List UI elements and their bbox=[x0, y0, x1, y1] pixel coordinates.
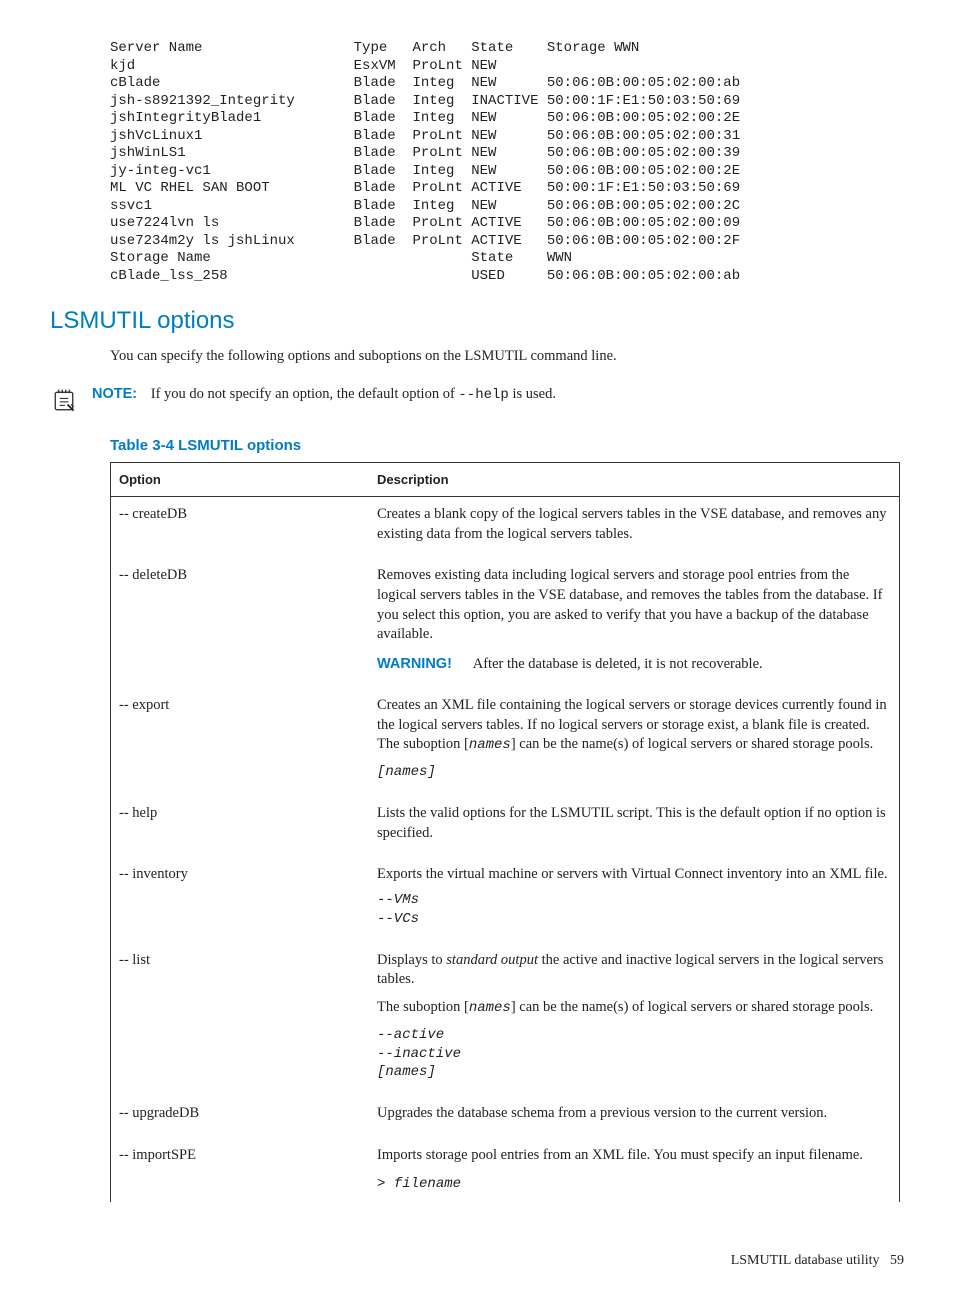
option-desc2-pre: The suboption [ bbox=[377, 999, 469, 1015]
table-caption: Table 3-4 LSMUTIL options bbox=[110, 436, 904, 456]
option-desc-em: standard output bbox=[446, 952, 538, 968]
warning-text: After the database is deleted, it is not… bbox=[473, 656, 763, 672]
option-sub: [names] bbox=[377, 1063, 889, 1082]
option-sub: --active bbox=[377, 1026, 889, 1045]
option-name: -- importSPE bbox=[111, 1132, 370, 1202]
table-row: -- upgradeDB Upgrades the database schem… bbox=[111, 1090, 900, 1132]
option-desc-text: Imports storage pool entries from an XML… bbox=[377, 1147, 863, 1163]
option-name: -- deleteDB bbox=[111, 552, 370, 682]
note-text: NOTE: If you do not specify an option, t… bbox=[92, 385, 904, 405]
terminal-output: Server Name Type Arch State Storage WWN … bbox=[110, 40, 904, 285]
th-description: Description bbox=[369, 462, 900, 497]
note-pre: If you do not specify an option, the def… bbox=[151, 386, 459, 402]
table-header-row: Option Description bbox=[111, 462, 900, 497]
option-desc: Displays to standard output the active a… bbox=[369, 937, 900, 1091]
option-sub-arg: filename bbox=[394, 1176, 461, 1192]
option-desc-text: Exports the virtual machine or servers w… bbox=[377, 866, 888, 882]
th-option: Option bbox=[111, 462, 370, 497]
note-block: NOTE: If you do not specify an option, t… bbox=[50, 385, 904, 422]
table-row: -- importSPE Imports storage pool entrie… bbox=[111, 1132, 900, 1202]
note-code: --help bbox=[458, 387, 508, 403]
option-name: -- inventory bbox=[111, 851, 370, 936]
option-sub: [names] bbox=[377, 763, 889, 782]
option-desc-a: Creates an XML file containing the logic… bbox=[377, 697, 887, 733]
option-desc-b-pre: The suboption [ bbox=[377, 736, 469, 752]
page-number: 59 bbox=[890, 1253, 904, 1268]
option-desc-b-post: ] can be the name(s) of logical servers … bbox=[511, 736, 873, 752]
option-name: -- help bbox=[111, 790, 370, 851]
warning-label: WARNING! bbox=[377, 656, 452, 672]
table-row: -- createDB Creates a blank copy of the … bbox=[111, 497, 900, 553]
options-table: Option Description -- createDB Creates a… bbox=[110, 462, 900, 1203]
table-row: -- inventory Exports the virtual machine… bbox=[111, 851, 900, 936]
option-desc: Upgrades the database schema from a prev… bbox=[369, 1090, 900, 1132]
option-sub: --inactive bbox=[377, 1045, 889, 1064]
section-heading: LSMUTIL options bbox=[50, 305, 904, 337]
option-name: -- list bbox=[111, 937, 370, 1091]
section-intro: You can specify the following options an… bbox=[110, 347, 904, 367]
option-name: -- export bbox=[111, 682, 370, 790]
table-row: -- export Creates an XML file containing… bbox=[111, 682, 900, 790]
table-row: -- help Lists the valid options for the … bbox=[111, 790, 900, 851]
option-name: -- upgradeDB bbox=[111, 1090, 370, 1132]
option-desc2-post: ] can be the name(s) of logical servers … bbox=[511, 999, 873, 1015]
page-footer: LSMUTIL database utility 59 bbox=[50, 1252, 904, 1271]
option-desc: Creates an XML file containing the logic… bbox=[369, 682, 900, 790]
option-desc: Removes existing data including logical … bbox=[369, 552, 900, 682]
option-sub: --VCs bbox=[377, 910, 889, 929]
option-name: -- createDB bbox=[111, 497, 370, 553]
option-desc-pre: Displays to bbox=[377, 952, 446, 968]
footer-text: LSMUTIL database utility bbox=[731, 1253, 880, 1268]
option-desc2-code: names bbox=[469, 1000, 511, 1016]
note-post: is used. bbox=[509, 386, 556, 402]
table-row: -- list Displays to standard output the … bbox=[111, 937, 900, 1091]
option-desc-b-code: names bbox=[469, 737, 511, 753]
option-desc: Lists the valid options for the LSMUTIL … bbox=[369, 790, 900, 851]
note-label: NOTE: bbox=[92, 386, 137, 402]
option-sub: > filename bbox=[377, 1175, 889, 1194]
option-desc: Exports the virtual machine or servers w… bbox=[369, 851, 900, 936]
option-desc: Creates a blank copy of the logical serv… bbox=[369, 497, 900, 553]
note-icon bbox=[50, 385, 80, 422]
table-row: -- deleteDB Removes existing data includ… bbox=[111, 552, 900, 682]
option-sub-prompt: > bbox=[377, 1176, 394, 1192]
option-desc: Imports storage pool entries from an XML… bbox=[369, 1132, 900, 1202]
option-sub: --VMs bbox=[377, 891, 889, 910]
option-desc-text: Removes existing data including logical … bbox=[377, 567, 882, 642]
